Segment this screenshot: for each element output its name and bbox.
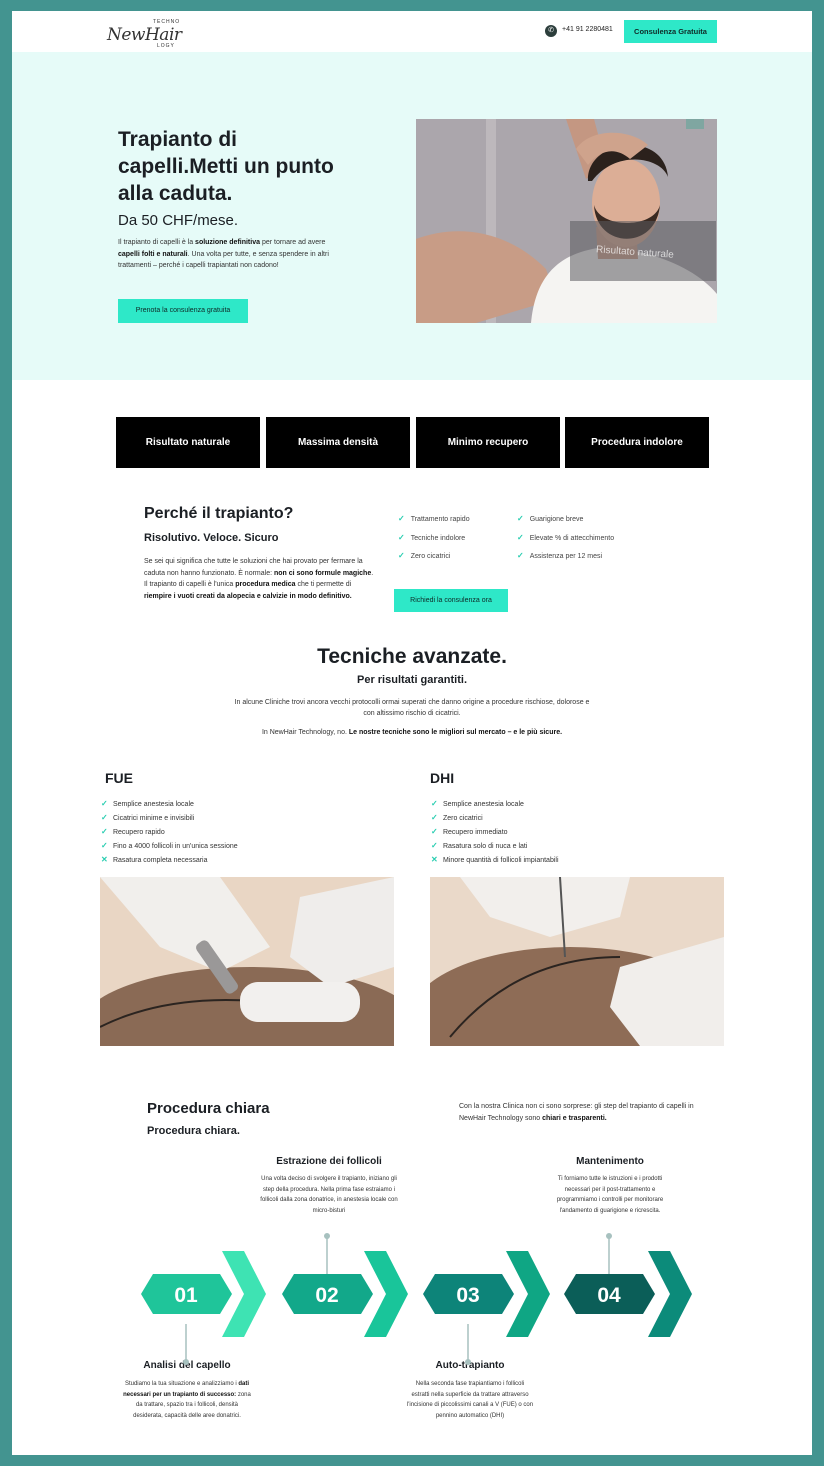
fue-item: ✓ Semplice anestesia locale (101, 799, 194, 808)
dhi-photo-illustration (430, 877, 724, 1046)
check-icon: ✓ (398, 551, 405, 560)
benefit-item: ✓ Elevate % di attecchimento (517, 533, 615, 542)
check-icon: ✓ (101, 813, 108, 822)
benefit-item: ✓ Zero cicatrici (398, 551, 451, 560)
dhi-item: ✓ Zero cicatrici (431, 813, 483, 822)
step-4-dot (606, 1233, 612, 1239)
fue-item: ✓ Recupero rapido (101, 827, 165, 836)
brand-logo[interactable]: NewHair TECHNO LOGY (107, 17, 187, 53)
fue-item: ✓ Fino a 4000 follicoli in un'unica sess… (101, 841, 238, 850)
hero-price: Da 50 CHF/mese. (118, 212, 239, 229)
fue-title: FUE (105, 770, 133, 786)
cross-icon: ✕ (101, 855, 108, 864)
step-4-title: Mantenimento (576, 1156, 644, 1167)
why-title: Perché il trapianto? (144, 505, 294, 522)
procedure-steps-timeline: 01 02 03 04 (141, 1233, 692, 1365)
step-4-number: 04 (597, 1284, 621, 1307)
techniques-claim: In NewHair Technology, no. Le nostre tec… (261, 729, 563, 736)
request-consultation-button[interactable]: Richiedi la consulenza ora (394, 589, 508, 612)
feature-tile-max-density: Massima densità (266, 417, 410, 468)
check-icon: ✓ (398, 514, 405, 523)
check-icon: ✓ (431, 799, 438, 808)
step-1-number: 01 (174, 1284, 198, 1307)
check-icon: ✓ (517, 533, 524, 542)
phone-icon: ✆ (545, 25, 557, 37)
hero-photo-man-touching-hair: Risultato naturale (416, 119, 717, 323)
hero-description: Il trapianto di capelli è la soluzione d… (118, 239, 329, 269)
phone-number[interactable]: +41 91 2280481 (562, 26, 613, 33)
benefit-item: ✓ Guarigione breve (517, 514, 584, 523)
hero-title: Trapianto di capelli.Metti un punto alla… (118, 128, 334, 205)
dhi-title: DHI (430, 770, 455, 786)
check-icon: ✓ (517, 514, 524, 523)
step-3-dot (465, 1359, 471, 1365)
procedure-subtitle: Procedura chiara. (147, 1125, 240, 1137)
procedure-title: Procedura chiara (147, 1100, 270, 1117)
check-icon: ✓ (431, 827, 438, 836)
procedure-note: Con la nostra Clinica non ci sono sorpre… (459, 1103, 694, 1122)
step-2-dot (324, 1233, 330, 1239)
logo-tech-text: TECHNO (153, 19, 181, 25)
free-consultation-button[interactable]: Consulenza Gratuita (624, 20, 717, 43)
check-icon: ✓ (101, 827, 108, 836)
check-icon: ✓ (517, 551, 524, 560)
fue-item: ✕ Rasatura completa necessaria (101, 855, 208, 864)
step-1-dot (183, 1359, 189, 1365)
dhi-procedure-photo (430, 877, 724, 1046)
dhi-item: ✓ Semplice anestesia locale (431, 799, 524, 808)
why-description: Se sei qui significa che tutte le soluzi… (144, 558, 374, 600)
check-icon: ✓ (101, 841, 108, 850)
techniques-subtitle: Per risultati garantiti. (356, 674, 468, 686)
step-3-number: 03 (456, 1284, 479, 1307)
dhi-item: ✓ Rasatura solo di nuca e lati (431, 841, 528, 850)
feature-tile-min-recovery: Minimo recupero (416, 417, 560, 468)
logo-script-text: NewHair (107, 25, 182, 45)
step-2-title: Estrazione dei follicoli (276, 1156, 382, 1167)
fue-procedure-photo (100, 877, 394, 1046)
step-4-text: Ti forniamo tutte le istruzioni e i prod… (556, 1176, 664, 1214)
feature-tile-natural-result: Risultato naturale (116, 417, 260, 468)
landing-page: NewHair TECHNO LOGY ✆ +41 91 2280481 Con… (12, 11, 812, 1455)
check-icon: ✓ (431, 813, 438, 822)
dhi-item: ✕ Minore quantità di follicoli impiantab… (431, 855, 559, 864)
check-icon: ✓ (101, 799, 108, 808)
feature-tile-painless: Procedura indolore (565, 417, 709, 468)
step-2-text: Una volta deciso di svolgere il trapiant… (260, 1176, 398, 1214)
benefit-item: ✓ Trattamento rapido (398, 514, 470, 523)
benefit-item: ✓ Assistenza per 12 mesi (517, 551, 603, 560)
cross-icon: ✕ (431, 855, 438, 864)
fue-photo-illustration (100, 877, 394, 1046)
dhi-item: ✓ Recupero immediato (431, 827, 508, 836)
book-consultation-button[interactable]: Prenota la consulenza gratuita (118, 299, 248, 323)
check-icon: ✓ (398, 533, 405, 542)
techniques-title: Tecniche avanzate. (317, 645, 507, 668)
step-2-number: 02 (315, 1284, 338, 1307)
fue-item: ✓ Cicatrici minime e invisibili (101, 813, 195, 822)
why-subtitle: Risolutivo. Veloce. Sicuro (144, 532, 279, 544)
benefit-item: ✓ Tecniche indolore (398, 533, 466, 542)
check-icon: ✓ (431, 841, 438, 850)
logo-tech-text-2: LOGY (157, 43, 175, 49)
techniques-paragraph: In alcune Cliniche trovi ancora vecchi p… (234, 699, 590, 717)
